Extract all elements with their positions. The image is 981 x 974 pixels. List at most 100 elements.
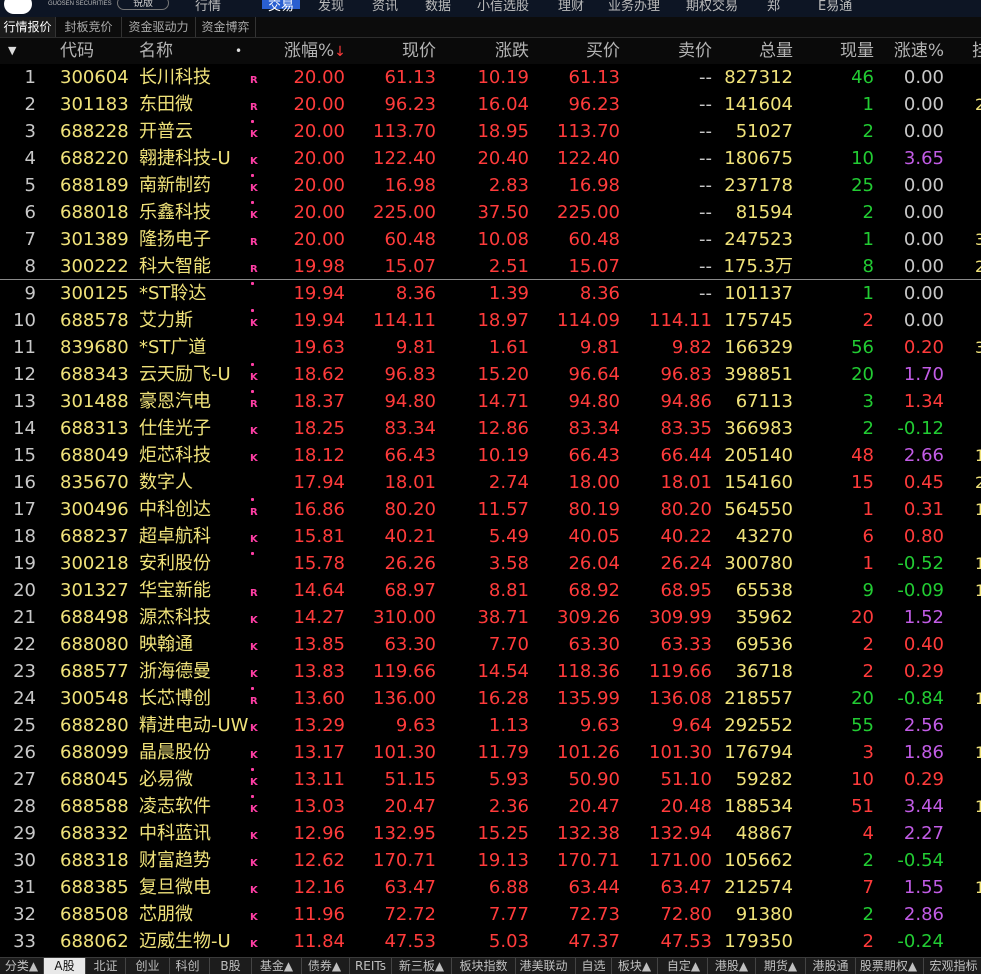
header-ask[interactable]: 卖价 [624, 38, 712, 64]
table-row[interactable]: 20 301327 华宝新能 R 14.64 68.97 8.81 68.92 68.95 655… [0, 577, 981, 604]
table-row[interactable]: 27 688045 必易微 K 13.11 51.15 5.93 50.90 51.10 5928… [0, 766, 981, 793]
stock-code[interactable]: 301327 [60, 577, 135, 604]
table-row[interactable]: 26 688099 晶晨股份 K 13.17 101.30 11.79 101.26 101.3… [0, 739, 981, 766]
sub-tab[interactable]: 封板竞价 [56, 17, 122, 37]
stock-code[interactable]: 301389 [60, 226, 135, 253]
stock-name[interactable]: 炬芯科技 [139, 442, 251, 469]
table-row[interactable]: 32 688508 芯朋微 K 11.96 72.72 7.77 72.73 72.80 9138… [0, 901, 981, 928]
stock-name[interactable]: 财富趋势 [139, 847, 251, 874]
stock-name[interactable]: 精进电动-UW [139, 712, 251, 739]
stock-name[interactable]: 仕佳光子 [139, 415, 251, 442]
bottom-tab[interactable]: 债券▲ [300, 958, 350, 974]
version-pill-button[interactable]: 锐版 [117, 0, 169, 10]
stock-name[interactable]: 数字人 [139, 469, 251, 496]
stock-name[interactable]: 必易微 [139, 766, 251, 793]
table-row[interactable]: 5 688189 南新制药 K 20.00 16.98 2.83 16.98 -- 237178 2… [0, 172, 981, 199]
table-row[interactable]: 29 688332 中科蓝讯 K 12.96 132.95 15.25 132.38 132.9… [0, 820, 981, 847]
stock-name[interactable]: 源杰科技 [139, 604, 251, 631]
stock-name[interactable]: 迈威生物-U [139, 928, 251, 955]
header-current-volume[interactable]: 现量 [800, 38, 874, 64]
table-row[interactable]: 6 688018 乐鑫科技 K 20.00 225.00 37.50 225.00 -- 8159… [0, 199, 981, 226]
stock-name[interactable]: 翱捷科技-U [139, 145, 251, 172]
stock-name[interactable]: 华宝新能 [139, 577, 251, 604]
stock-code[interactable]: 688237 [60, 523, 135, 550]
stock-name[interactable]: 映翰通 [139, 631, 251, 658]
bottom-tab[interactable]: 板块指数 [452, 958, 516, 974]
stock-name[interactable]: 隆扬电子 [139, 226, 251, 253]
bottom-tab[interactable]: 自定▲ [660, 958, 708, 974]
top-menu-item[interactable]: 郑 [767, 0, 780, 14]
table-row[interactable]: 23 688577 浙海德曼 K 13.83 119.66 14.54 118.36 119.6… [0, 658, 981, 685]
top-menu-item[interactable]: E易通 [818, 0, 852, 14]
bottom-tab[interactable]: A股 [44, 958, 86, 974]
stock-code[interactable]: 301183 [60, 91, 135, 118]
top-menu-item[interactable]: 行情 [195, 0, 221, 14]
stock-name[interactable]: 艾力斯 [139, 307, 251, 334]
table-row[interactable]: 28 688588 凌志软件 K 13.03 20.47 2.36 20.47 20.48 188… [0, 793, 981, 820]
stock-code[interactable]: 688099 [60, 739, 135, 766]
stock-code[interactable]: 688062 [60, 928, 135, 955]
bottom-tab[interactable]: 北证 [86, 958, 126, 974]
top-menu-item[interactable]: 小信选股 [477, 0, 529, 14]
table-row[interactable]: 24 300548 长芯博创 R 13.60 136.00 16.28 135.99 136.0… [0, 685, 981, 712]
top-menu-item[interactable]: 发现 [318, 0, 344, 14]
table-row[interactable]: 13 301488 豪恩汽电 R 18.37 94.80 14.71 94.80 94.86 67… [0, 388, 981, 415]
bottom-tab[interactable]: 股票期权▲ [854, 958, 924, 974]
header-name[interactable]: 名称 [139, 38, 173, 64]
top-menu-item[interactable]: 业务办理 [608, 0, 660, 14]
stock-code[interactable]: 688018 [60, 199, 135, 226]
table-row[interactable]: 12 688343 云天励飞-U K 18.62 96.83 15.20 96.64 96.83… [0, 361, 981, 388]
bottom-tab[interactable]: 期货▲ [756, 958, 806, 974]
stock-code[interactable]: 300218 [60, 550, 135, 577]
stock-code[interactable]: 688228 [60, 118, 135, 145]
table-row[interactable]: 9 300125 *ST聆达 19.94 8.36 1.39 8.36 -- 101137 1 0.… [0, 280, 981, 307]
stock-code[interactable]: 688578 [60, 307, 135, 334]
header-change[interactable]: 涨跌 [440, 38, 529, 64]
stock-name[interactable]: 豪恩汽电 [139, 388, 251, 415]
sub-tab[interactable]: 资金博弈 [196, 17, 256, 37]
header-pct-change[interactable]: 涨幅%↓ [284, 38, 346, 64]
stock-name[interactable]: 凌志软件 [139, 793, 251, 820]
top-menu-item[interactable]: 数据 [425, 0, 451, 14]
stock-name[interactable]: 超卓航科 [139, 523, 251, 550]
bottom-tab[interactable]: REITs [350, 958, 392, 974]
header-code[interactable]: 代码 [60, 38, 94, 64]
stock-name[interactable]: 晶晨股份 [139, 739, 251, 766]
stock-code[interactable]: 688189 [60, 172, 135, 199]
bottom-tab[interactable]: 基金▲ [252, 958, 302, 974]
stock-code[interactable]: 688498 [60, 604, 135, 631]
table-row[interactable]: 19 300218 安利股份 15.78 26.26 3.58 26.04 26.24 3007… [0, 550, 981, 577]
table-row[interactable]: 7 301389 隆扬电子 R 20.00 60.48 10.08 60.48 -- 247523… [0, 226, 981, 253]
table-row[interactable]: 4 688220 翱捷科技-U K 20.00 122.40 20.40 122.40 -- 18… [0, 145, 981, 172]
stock-code[interactable]: 688313 [60, 415, 135, 442]
stock-code[interactable]: 300125 [60, 280, 135, 307]
stock-name[interactable]: 长芯博创 [139, 685, 251, 712]
header-price[interactable]: 现价 [348, 38, 436, 64]
table-row[interactable]: 3 688228 开普云 K 20.00 113.70 18.95 113.70 -- 51027… [0, 118, 981, 145]
stock-name[interactable]: 开普云 [139, 118, 251, 145]
sub-tab[interactable]: 资金驱动力 [122, 17, 196, 37]
stock-code[interactable]: 688280 [60, 712, 135, 739]
stock-code[interactable]: 688385 [60, 874, 135, 901]
table-row[interactable]: 33 688062 迈威生物-U K 11.84 47.53 5.03 47.37 47.53 1… [0, 928, 981, 955]
stock-name[interactable]: 复旦微电 [139, 874, 251, 901]
bottom-tab[interactable]: B股 [210, 958, 252, 974]
table-row[interactable]: 1 300604 长川科技 R 20.00 61.13 10.19 61.13 -- 827312… [0, 64, 981, 91]
stock-code[interactable]: 688508 [60, 901, 135, 928]
stock-code[interactable]: 688588 [60, 793, 135, 820]
stock-code[interactable]: 839680 [60, 334, 135, 361]
table-row[interactable]: 31 688385 复旦微电 K 12.16 63.47 6.88 63.44 63.47 212… [0, 874, 981, 901]
table-row[interactable]: 30 688318 财富趋势 K 12.62 170.71 19.13 170.71 171.0… [0, 847, 981, 874]
stock-code[interactable]: 300222 [60, 253, 135, 280]
bottom-tab[interactable]: 港股▲ [708, 958, 756, 974]
stock-code[interactable]: 688332 [60, 820, 135, 847]
bottom-tab[interactable]: 新三板▲ [392, 958, 452, 974]
top-menu-item[interactable]: 期权交易 [686, 0, 738, 14]
stock-name[interactable]: 乐鑫科技 [139, 199, 251, 226]
stock-code[interactable]: 300604 [60, 64, 135, 91]
table-row[interactable]: 10 688578 艾力斯 K 19.94 114.11 18.97 114.09 114.11… [0, 307, 981, 334]
stock-code[interactable]: 688045 [60, 766, 135, 793]
stock-name[interactable]: *ST广道 [139, 334, 251, 361]
stock-code[interactable]: 688080 [60, 631, 135, 658]
bottom-tab[interactable]: 自选 [576, 958, 612, 974]
